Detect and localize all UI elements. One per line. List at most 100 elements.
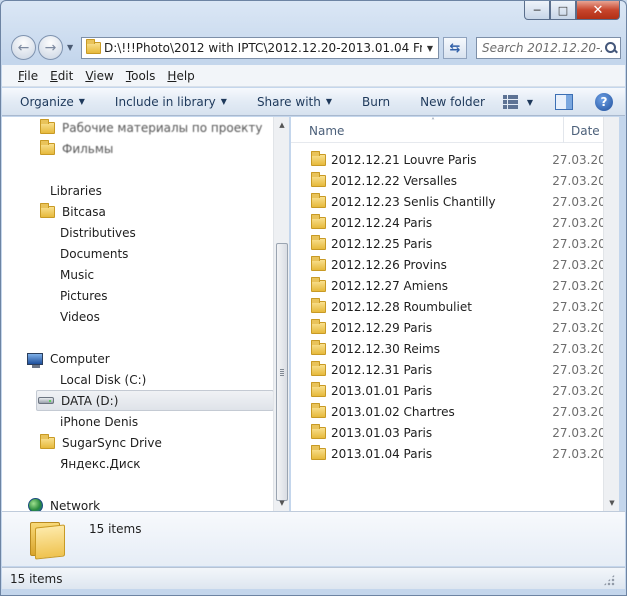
table-row[interactable]: 2012.12.24 Paris 27.03.2014 — [291, 212, 619, 233]
burn-button[interactable]: Burn — [362, 95, 390, 109]
chevron-down-icon: ▼ — [426, 43, 434, 53]
nav-item-local-disk-c[interactable]: Local Disk (C:) — [60, 369, 146, 390]
menu-help[interactable]: Help — [161, 69, 200, 83]
folder-icon — [30, 520, 66, 560]
search-icon[interactable] — [602, 39, 620, 57]
include-in-library-button[interactable]: Include in library ▼ — [115, 95, 227, 109]
table-row[interactable]: 2012.12.21 Louvre Paris 27.03.2014 — [291, 149, 619, 170]
table-row[interactable]: 2013.01.01 Paris 27.03.2014 — [291, 380, 619, 401]
column-divider[interactable] — [563, 117, 564, 143]
status-item-count: 15 items — [10, 571, 63, 586]
nav-item-pictures[interactable]: Pictures — [60, 285, 108, 306]
computer-icon — [26, 351, 44, 368]
folder-icon — [82, 38, 104, 58]
file-name: 2013.01.02 Chartres — [331, 404, 455, 419]
folder-icon — [311, 276, 326, 292]
back-button[interactable]: ← — [11, 35, 36, 60]
file-name: 2012.12.22 Versalles — [331, 173, 458, 188]
help-icon[interactable]: ? — [595, 93, 613, 111]
nav-item-documents[interactable]: Documents — [60, 243, 128, 264]
preview-pane-icon[interactable] — [555, 94, 573, 110]
table-row[interactable]: 2012.12.23 Senlis Chantilly 27.03.2014 — [291, 191, 619, 212]
chevron-down-icon: ▼ — [78, 97, 85, 106]
drive-icon — [37, 393, 55, 409]
menu-view[interactable]: View — [79, 69, 119, 83]
nav-item-distributives[interactable]: Distributives — [60, 222, 136, 243]
table-row[interactable]: 2013.01.03 Paris 27.03.2014 — [291, 422, 619, 443]
address-bar[interactable]: D:\!!!Photo\2012 with IPTC\2012.12.20-20… — [81, 37, 439, 59]
organize-button[interactable]: Organize ▼ — [20, 95, 85, 109]
folder-icon — [311, 402, 326, 418]
scroll-down-icon[interactable]: ▼ — [274, 495, 290, 511]
share-with-button[interactable]: Share with ▼ — [257, 95, 332, 109]
close-icon: ✕ — [592, 2, 604, 18]
scroll-up-icon[interactable]: ▲ — [274, 117, 290, 133]
table-row[interactable]: 2012.12.26 Provins 27.03.2014 — [291, 254, 619, 275]
navigation-pane-scrollbar[interactable]: ▲ ▼ — [273, 117, 289, 511]
close-button[interactable]: ✕ — [576, 1, 620, 20]
file-name: 2013.01.01 Paris — [331, 383, 433, 398]
table-row[interactable]: 2012.12.22 Versalles 27.03.2014 — [291, 170, 619, 191]
nav-network[interactable]: Network — [26, 495, 100, 511]
chevron-down-icon: ▼ — [220, 97, 227, 106]
scrollbar-thumb[interactable] — [276, 243, 288, 501]
table-row[interactable]: 2013.01.04 Paris 27.03.2014 — [291, 443, 619, 464]
file-name: 2012.12.29 Paris — [331, 320, 433, 335]
maximize-button[interactable]: □ — [550, 1, 576, 20]
file-name: 2012.12.27 Amiens — [331, 278, 448, 293]
table-row[interactable]: 2012.12.31 Paris 27.03.2014 — [291, 359, 619, 380]
file-name: 2012.12.23 Senlis Chantilly — [331, 194, 496, 209]
details-pane: 15 items — [2, 511, 625, 566]
menu-tools[interactable]: Tools — [120, 69, 162, 83]
folder-icon — [311, 213, 326, 229]
views-icon[interactable] — [502, 95, 519, 109]
nav-item-yandex-disk[interactable]: Яндекс.Диск — [60, 453, 141, 474]
menu-edit[interactable]: Edit — [44, 69, 79, 83]
nav-item-iphone-denis[interactable]: iPhone Denis — [60, 411, 138, 432]
column-header-name[interactable]: Name — [309, 124, 344, 138]
scroll-down-icon[interactable]: ▼ — [604, 495, 620, 511]
forward-button[interactable]: → — [38, 35, 63, 60]
maximize-icon: □ — [557, 3, 569, 17]
search-input[interactable]: Search 2012.12.20-2... — [482, 41, 602, 55]
table-row[interactable]: 2012.12.30 Reims 27.03.2014 — [291, 338, 619, 359]
minimize-button[interactable]: ─ — [524, 1, 550, 20]
folder-icon — [311, 360, 326, 376]
nav-libraries[interactable]: Libraries — [50, 180, 102, 201]
nav-item-bitcasa[interactable]: Bitcasa — [38, 201, 106, 222]
table-row[interactable]: 2012.12.27 Amiens 27.03.2014 — [291, 275, 619, 296]
nav-item-films[interactable]: Фильмы — [38, 138, 113, 159]
file-name: 2012.12.26 Provins — [331, 257, 447, 272]
details-item-count: 15 items — [89, 522, 142, 536]
nav-computer[interactable]: Computer — [26, 348, 110, 369]
file-list-scrollbar[interactable]: ▼ — [603, 117, 619, 511]
table-row[interactable]: 2012.12.29 Paris 27.03.2014 — [291, 317, 619, 338]
recent-pages-dropdown[interactable]: ▼ — [67, 43, 73, 52]
nav-item-work-materials[interactable]: Рабочие материалы по проекту — [38, 117, 262, 138]
refresh-button[interactable]: ⇆ — [443, 37, 467, 59]
file-list: ˄ Name Date mod 2012.12.21 Louvre Paris2… — [291, 117, 619, 511]
table-row[interactable]: 2012.12.25 Paris 27.03.2014 — [291, 233, 619, 254]
new-folder-button[interactable]: New folder — [420, 95, 485, 109]
menu-bar: File Edit View Tools Help — [2, 65, 625, 87]
resize-grip-icon[interactable] — [603, 574, 615, 586]
nav-item-music[interactable]: Music — [60, 264, 94, 285]
nav-item-videos[interactable]: Videos — [60, 306, 100, 327]
menu-file[interactable]: File — [12, 69, 44, 83]
column-header: ˄ Name Date mod — [291, 117, 619, 143]
toolbar-right-group: ▼ ? — [502, 88, 625, 116]
nav-item-data-d[interactable]: DATA (D:) — [36, 390, 274, 411]
network-icon — [26, 498, 44, 511]
table-row[interactable]: 2013.01.02 Chartres 27.03.2014 — [291, 401, 619, 422]
refresh-icon: ⇆ — [449, 40, 461, 56]
folder-icon — [311, 444, 326, 460]
search-box[interactable]: Search 2012.12.20-2... — [476, 37, 621, 59]
folder-icon — [38, 433, 56, 451]
folder-icon — [311, 255, 326, 271]
file-name: 2012.12.30 Reims — [331, 341, 440, 356]
nav-item-sugarsync-drive[interactable]: SugarSync Drive — [38, 432, 162, 453]
address-dropdown-button[interactable]: ▼ — [422, 44, 438, 53]
table-row[interactable]: 2012.12.28 Roumbuliet 27.03.2014 — [291, 296, 619, 317]
address-path[interactable]: D:\!!!Photo\2012 with IPTC\2012.12.20-20… — [104, 41, 422, 55]
views-dropdown-button[interactable]: ▼ — [527, 98, 533, 107]
